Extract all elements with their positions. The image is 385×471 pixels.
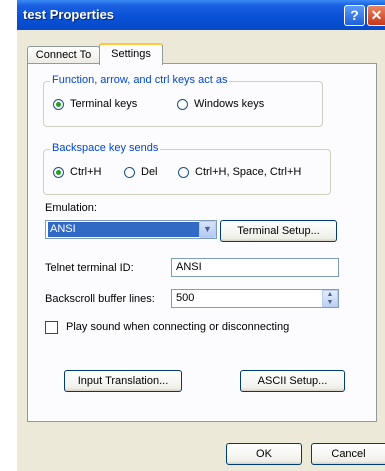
play-sound-label: Play sound when connecting or disconnect… xyxy=(66,321,290,333)
backscroll-value: 500 xyxy=(176,292,195,304)
title-bar[interactable]: test Properties ? ✕ xyxy=(17,0,385,30)
close-button[interactable]: ✕ xyxy=(367,5,385,26)
cancel-button[interactable]: Cancel xyxy=(311,443,385,465)
telnet-id-input[interactable]: ANSI xyxy=(171,258,339,277)
settings-panel: Function, arrow, and ctrl keys act as Te… xyxy=(27,63,377,422)
radio-del[interactable]: Del xyxy=(124,166,158,178)
function-keys-group: Function, arrow, and ctrl keys act as Te… xyxy=(43,74,323,127)
window-title: test Properties xyxy=(23,7,115,22)
ascii-setup-button[interactable]: ASCII Setup... xyxy=(240,370,345,392)
radio-ctrl-h[interactable]: Ctrl+H xyxy=(53,166,101,178)
emulation-value: ANSI xyxy=(48,222,200,237)
radio-ctrl-h-space[interactable]: Ctrl+H, Space, Ctrl+H xyxy=(178,166,301,178)
backspace-legend: Backspace key sends xyxy=(50,142,161,154)
chevron-down-icon[interactable]: ▼ xyxy=(199,221,216,238)
function-keys-legend: Function, arrow, and ctrl keys act as xyxy=(50,74,230,86)
input-translation-button[interactable]: Input Translation... xyxy=(64,370,182,392)
radio-selected-indicator xyxy=(53,166,64,178)
spin-buttons[interactable]: ▲ ▼ xyxy=(322,290,338,307)
radio-label: Ctrl+H xyxy=(70,166,102,178)
radio-windows-keys[interactable]: Windows keys xyxy=(177,98,264,110)
help-button[interactable]: ? xyxy=(344,5,365,26)
terminal-setup-button[interactable]: Terminal Setup... xyxy=(220,220,337,242)
radio-label: Windows keys xyxy=(194,98,265,110)
radio-selected-indicator xyxy=(53,98,64,110)
tab-connect-to[interactable]: Connect To xyxy=(27,46,100,64)
tab-settings[interactable]: Settings xyxy=(99,43,163,65)
backspace-group: Backspace key sends Ctrl+H Del Ctrl+H, S… xyxy=(43,142,331,195)
radio-label: Ctrl+H, Space, Ctrl+H xyxy=(195,166,302,178)
radio-indicator xyxy=(178,166,189,178)
radio-terminal-keys[interactable]: Terminal keys xyxy=(53,98,137,110)
properties-dialog: test Properties ? ✕ Connect To Function,… xyxy=(17,0,385,471)
ok-button[interactable]: OK xyxy=(226,443,302,465)
radio-indicator xyxy=(124,166,135,178)
telnet-id-label: Telnet terminal ID: xyxy=(45,262,134,274)
radio-label: Del xyxy=(141,166,158,178)
radio-indicator xyxy=(177,98,188,110)
play-sound-checkbox[interactable] xyxy=(45,321,58,334)
spin-up-icon[interactable]: ▲ xyxy=(323,291,337,299)
emulation-label: Emulation: xyxy=(45,202,97,214)
spin-down-icon[interactable]: ▼ xyxy=(323,299,337,307)
emulation-dropdown[interactable]: ANSI ▼ xyxy=(45,220,217,239)
backscroll-label: Backscroll buffer lines: xyxy=(45,293,155,305)
radio-label: Terminal keys xyxy=(70,98,138,110)
backscroll-input[interactable]: 500 ▲ ▼ xyxy=(171,289,339,308)
